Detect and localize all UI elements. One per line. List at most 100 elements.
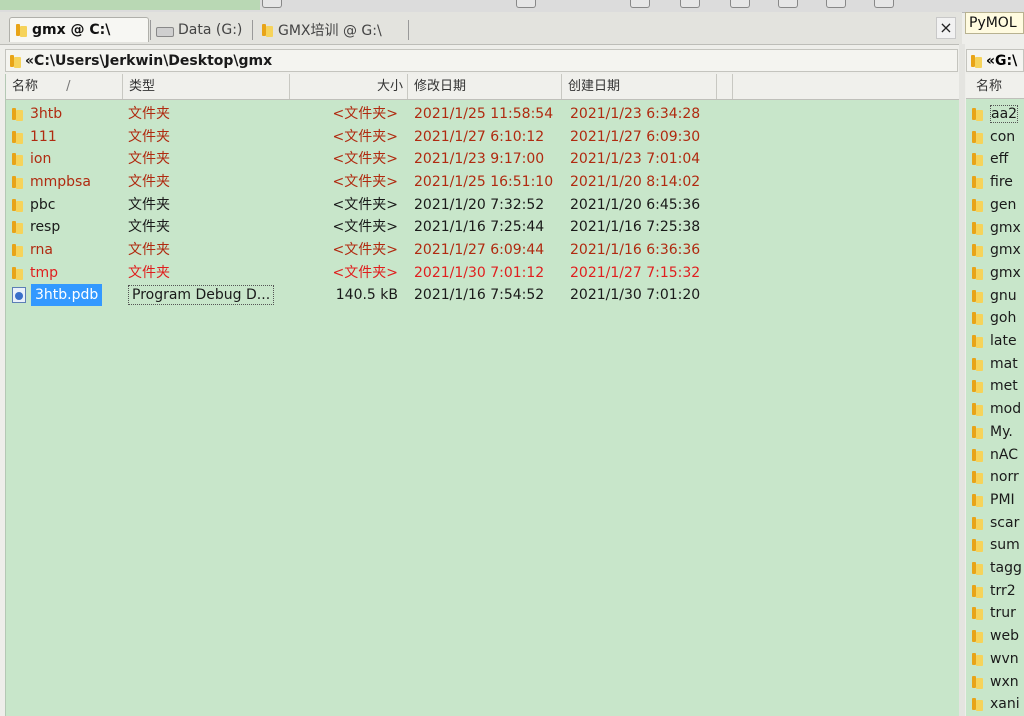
column-created-header[interactable]: 创建日期	[562, 74, 717, 99]
toolbar-button[interactable]	[874, 0, 894, 8]
right-item-label: mat	[990, 355, 1018, 372]
drive-icon	[156, 26, 174, 37]
right-list-item[interactable]: web	[972, 625, 1019, 647]
file-created: 2021/1/27 7:15:32	[570, 265, 701, 281]
right-list-item[interactable]: eff	[972, 148, 1008, 170]
right-list-item[interactable]: My.	[972, 421, 1013, 443]
toolbar-button[interactable]	[778, 0, 798, 8]
right-file-list-panel[interactable]: 名称 aa2 con eff fire gen gmx gmx gmx gnu goh late ma…	[966, 74, 1024, 716]
right-list-item[interactable]: mat	[972, 353, 1018, 375]
right-list-item[interactable]: gnu	[972, 285, 1017, 307]
table-row[interactable]: resp 文件夹 <文件夹> 2021/1/16 7:25:44 2021/1/…	[6, 216, 959, 238]
tab-label: gmx @ C:\	[32, 22, 111, 38]
folder-icon	[972, 311, 983, 326]
folder-icon	[972, 697, 983, 712]
file-modified: 2021/1/25 16:51:10	[414, 174, 554, 190]
column-name-header[interactable]: 名称 /	[6, 74, 123, 99]
pymol-label[interactable]: PyMOL	[965, 12, 1024, 34]
path-bar[interactable]: «C:\Users\Jerkwin\Desktop\gmx	[5, 49, 958, 72]
file-list-panel[interactable]: 名称 / 类型 大小 修改日期 创建日期 3htb 文件夹 <文件夹> 2021…	[5, 74, 959, 716]
right-list-item[interactable]: trr2	[972, 580, 1016, 602]
file-created: 2021/1/23 6:34:28	[570, 106, 701, 122]
file-type: 文件夹	[128, 174, 170, 190]
file-modified: 2021/1/16 7:25:44	[414, 219, 545, 235]
file-size: <文件夹>	[332, 129, 398, 145]
toolbar-button[interactable]	[730, 0, 750, 8]
tab-data-drive[interactable]: Data (G:)	[156, 17, 242, 42]
right-list-item[interactable]: con	[972, 126, 1015, 148]
folder-icon	[12, 152, 23, 166]
column-type-header[interactable]: 类型	[123, 74, 290, 99]
file-created: 2021/1/30 7:01:20	[570, 287, 701, 303]
table-row[interactable]: 3htb 文件夹 <文件夹> 2021/1/25 11:58:54 2021/1…	[6, 103, 959, 125]
toolbar-button[interactable]	[826, 0, 846, 8]
status-highlight	[0, 0, 260, 10]
right-item-label: gmx	[990, 264, 1021, 281]
right-item-label: con	[990, 128, 1016, 145]
table-row[interactable]: rna 文件夹 <文件夹> 2021/1/27 6:09:44 2021/1/1…	[6, 239, 959, 261]
right-column-name-header[interactable]: 名称	[966, 74, 1024, 99]
table-row[interactable]: pbc 文件夹 <文件夹> 2021/1/20 7:32:52 2021/1/2…	[6, 194, 959, 216]
tab-gmx-training[interactable]: GMX培训 @ G:\	[262, 17, 382, 42]
right-list-item[interactable]: wxn	[972, 671, 1019, 693]
right-list-item[interactable]: norr	[972, 466, 1019, 488]
right-list-item[interactable]: PMI	[972, 489, 1015, 511]
right-list-item[interactable]: nAC	[972, 444, 1018, 466]
file-name: resp	[30, 219, 61, 235]
right-list-item[interactable]: met	[972, 375, 1018, 397]
right-list-item[interactable]: trur	[972, 602, 1016, 624]
folder-icon	[972, 675, 983, 689]
tab-gmx[interactable]: gmx @ C:\	[9, 17, 149, 42]
right-list-item[interactable]: tagg	[972, 557, 1022, 579]
right-list-item[interactable]: goh	[972, 307, 1016, 329]
right-list-item[interactable]: gmx	[972, 262, 1021, 284]
right-list-item[interactable]: gmx	[972, 217, 1021, 239]
file-created: 2021/1/27 6:09:30	[570, 129, 701, 145]
file-modified: 2021/1/27 6:09:44	[414, 242, 545, 258]
column-extra-header	[717, 74, 733, 99]
right-list-item[interactable]: scar	[972, 512, 1019, 534]
right-item-label: met	[990, 378, 1018, 395]
file-modified: 2021/1/16 7:54:52	[414, 287, 545, 303]
right-item-label: web	[990, 628, 1019, 645]
file-type: 文件夹	[128, 129, 170, 145]
folder-icon	[972, 152, 983, 167]
folder-icon	[12, 243, 23, 257]
table-row[interactable]: tmp 文件夹 <文件夹> 2021/1/30 7:01:12 2021/1/2…	[6, 262, 959, 284]
column-size-header[interactable]: 大小	[290, 74, 408, 99]
toolbar-button[interactable]	[516, 0, 536, 8]
right-list-item[interactable]: aa2	[972, 103, 1019, 125]
table-row-selected[interactable]: 3htb.pdb Program Debug D... 140.5 kB 202…	[6, 284, 959, 306]
column-name-label: 名称	[12, 79, 39, 94]
right-list-item[interactable]: mod	[972, 398, 1021, 420]
toolbar-button[interactable]	[680, 0, 700, 8]
file-type: 文件夹	[128, 106, 170, 122]
file-name: mmpbsa	[30, 174, 91, 190]
right-list-item[interactable]: fire	[972, 171, 1013, 193]
right-list-item[interactable]: sum	[972, 534, 1020, 556]
file-modified: 2021/1/23 9:17:00	[414, 151, 545, 167]
toolbar-button[interactable]	[630, 0, 650, 8]
column-type-label: 类型	[129, 79, 156, 94]
right-item-label: xani	[990, 696, 1020, 713]
right-list-item[interactable]: wvn	[972, 648, 1019, 670]
toolbar-button[interactable]	[262, 0, 282, 8]
right-list-item[interactable]: gmx	[972, 239, 1021, 261]
file-type: 文件夹	[128, 242, 170, 258]
column-modified-header[interactable]: 修改日期	[408, 74, 562, 99]
table-row[interactable]: 111 文件夹 <文件夹> 2021/1/27 6:10:12 2021/1/2…	[6, 126, 959, 148]
table-row[interactable]: mmpbsa 文件夹 <文件夹> 2021/1/25 16:51:10 2021…	[6, 171, 959, 193]
folder-icon	[972, 221, 983, 235]
right-item-label: gen	[990, 196, 1017, 213]
table-row[interactable]: ion 文件夹 <文件夹> 2021/1/23 9:17:00 2021/1/2…	[6, 148, 959, 170]
right-path-bar[interactable]: «G:\	[966, 49, 1024, 72]
right-item-label: trur	[990, 605, 1016, 622]
right-list-item[interactable]: late	[972, 330, 1017, 352]
right-list-item[interactable]: xani	[972, 693, 1020, 715]
file-created: 2021/1/23 7:01:04	[570, 151, 701, 167]
right-list-item[interactable]: gen	[972, 194, 1016, 216]
panel-divider[interactable]	[959, 44, 965, 716]
file-type: 文件夹	[128, 265, 170, 281]
close-tab-button[interactable]: ×	[936, 17, 956, 39]
folder-icon	[972, 289, 983, 303]
